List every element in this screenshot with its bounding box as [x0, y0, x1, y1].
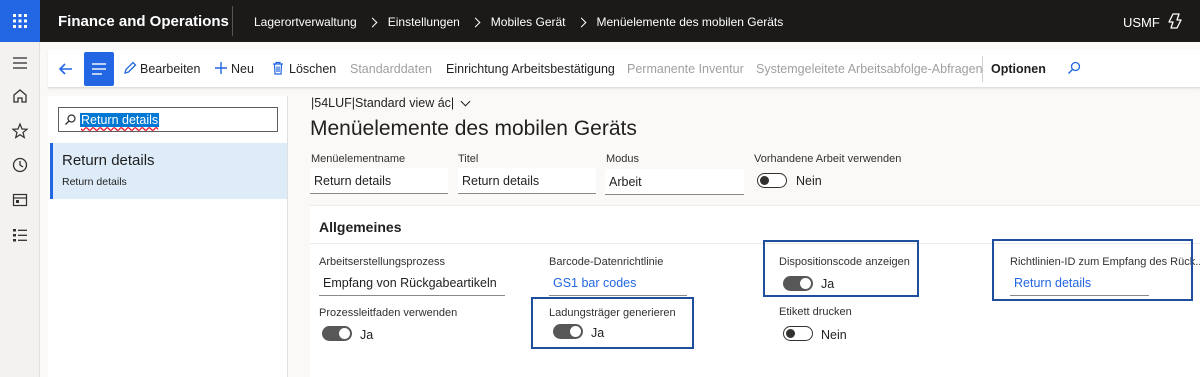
- use-existing-work-value: Nein: [796, 174, 822, 188]
- topbar-divider: [232, 6, 233, 36]
- work-creation-process-field[interactable]: Empfang von Rückgabeartikeln: [319, 270, 505, 296]
- breadcrumb-item[interactable]: Lagerortverwaltung: [254, 15, 357, 29]
- back-arrow-icon[interactable]: [56, 59, 76, 79]
- breadcrumb: Lagerortverwaltung Einstellungen Mobiles…: [254, 15, 783, 29]
- view-name: |54LUF|Standard view ác|: [311, 96, 455, 110]
- hamburger-icon[interactable]: [11, 54, 29, 72]
- list-lines-icon: [92, 63, 106, 75]
- home-icon[interactable]: [11, 87, 29, 105]
- work-creation-process-label: Arbeitserstellungsprozess: [319, 256, 445, 268]
- chevron-right-icon: [576, 17, 586, 27]
- workspace-icon[interactable]: [11, 191, 29, 209]
- delete-button[interactable]: Löschen: [289, 62, 336, 76]
- search-icon: [65, 114, 76, 125]
- breadcrumb-item[interactable]: Mobiles Gerät: [491, 15, 566, 29]
- list-item[interactable]: Return details Return details: [50, 143, 287, 199]
- app-title[interactable]: Finance and Operations: [58, 13, 229, 30]
- highlight-disposition-code: [763, 240, 919, 297]
- top-navigation-bar: Finance and Operations Lagerortverwaltun…: [0, 0, 1200, 42]
- menu-item-name-field[interactable]: Return details: [310, 168, 448, 194]
- options-tab[interactable]: Optionen: [991, 62, 1046, 76]
- barcode-policy-label: Barcode-Datenrichtlinie: [549, 256, 664, 268]
- clock-icon[interactable]: [11, 156, 29, 174]
- view-selector[interactable]: |54LUF|Standard view ác|: [311, 96, 471, 110]
- process-guide-label: Prozessleitfaden verwenden: [319, 307, 458, 319]
- breadcrumb-item[interactable]: Menüelemente des mobilen Geräts: [597, 15, 784, 29]
- new-button[interactable]: Neu: [231, 62, 254, 76]
- edit-button[interactable]: Bearbeiten: [140, 62, 200, 76]
- general-fasttab-title[interactable]: Allgemeines: [319, 219, 401, 235]
- highlight-generate-license-plate: [531, 297, 694, 349]
- highlight-policy-id: [992, 239, 1193, 301]
- copilot-icon[interactable]: [1167, 12, 1185, 30]
- chevron-right-icon: [367, 17, 378, 27]
- breadcrumb-item[interactable]: Einstellungen: [388, 15, 460, 29]
- filter-value: Return details: [80, 113, 160, 127]
- process-guide-toggle[interactable]: [322, 326, 352, 341]
- action-divider: [982, 56, 983, 82]
- plus-icon: [215, 62, 227, 74]
- search-icon[interactable]: [1066, 60, 1082, 76]
- list-panel: Return details Return details Return det…: [48, 96, 288, 377]
- system-directed-queries-button[interactable]: Systemgeleitete Arbeitsabfolge-Abfragen: [756, 62, 983, 76]
- use-existing-work-toggle[interactable]: [757, 173, 787, 188]
- title-label: Titel: [458, 153, 479, 165]
- toggle-list-button[interactable]: [84, 52, 114, 86]
- mode-select[interactable]: Arbeit: [605, 169, 744, 195]
- list-item-subtitle: Return details: [62, 176, 127, 188]
- app-launcher-button[interactable]: [0, 0, 40, 42]
- barcode-policy-field[interactable]: GS1 bar codes: [549, 270, 687, 296]
- permanent-inventory-button[interactable]: Permanente Inventur: [627, 62, 744, 76]
- navigation-rail: [0, 42, 40, 377]
- print-label-value: Nein: [821, 328, 847, 342]
- list-item-title: Return details: [62, 152, 155, 169]
- action-pane: Bearbeiten Neu Löschen Standarddaten Ein…: [48, 50, 1200, 88]
- mode-label: Modus: [606, 153, 640, 165]
- use-existing-work-label: Vorhandene Arbeit verwenden: [754, 153, 902, 165]
- work-confirmation-setup-button[interactable]: Einrichtung Arbeitsbestätigung: [446, 62, 615, 76]
- waffle-icon: [13, 14, 27, 28]
- default-data-button[interactable]: Standarddaten: [350, 62, 432, 76]
- company-picker[interactable]: USMF: [1123, 15, 1160, 30]
- star-icon[interactable]: [11, 122, 29, 140]
- modules-list-icon[interactable]: [11, 226, 29, 244]
- filter-input[interactable]: Return details: [58, 107, 278, 132]
- title-field[interactable]: Return details: [458, 168, 596, 194]
- page-title: Menüelemente des mobilen Geräts: [310, 117, 637, 140]
- menu-item-name-label: Menüelementname: [311, 153, 406, 165]
- process-guide-value: Ja: [360, 328, 374, 342]
- print-label-label: Etikett drucken: [779, 306, 852, 318]
- print-label-toggle[interactable]: [783, 326, 813, 341]
- toggle-knob: [339, 328, 350, 339]
- trash-icon: [273, 61, 283, 75]
- toggle-knob: [760, 176, 769, 185]
- pencil-icon: [124, 61, 137, 74]
- chevron-down-icon: [460, 96, 471, 106]
- toggle-knob: [786, 329, 795, 338]
- chevron-right-icon: [470, 17, 481, 27]
